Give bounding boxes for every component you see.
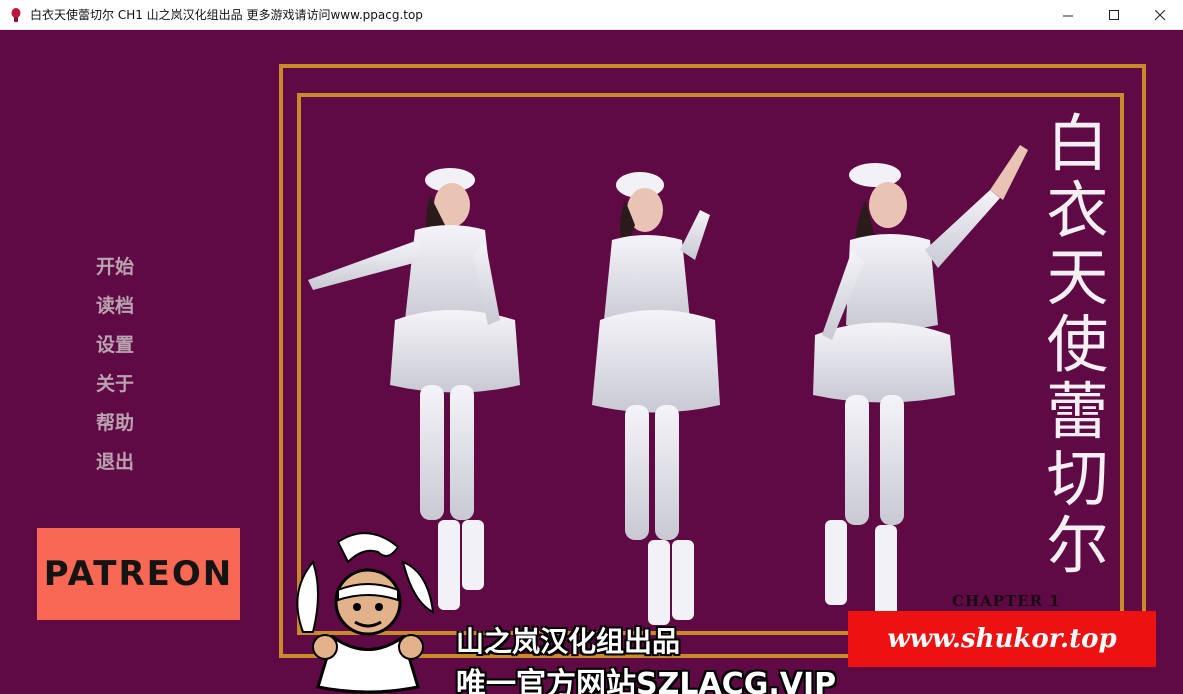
close-button[interactable]: [1137, 0, 1183, 30]
title-char: 白: [1046, 107, 1109, 180]
menu-item-quit[interactable]: 退出: [96, 449, 134, 488]
main-menu: 开始 读档 设置 关于 帮助 退出: [96, 254, 134, 488]
maximize-icon: [1108, 9, 1119, 20]
watermark-banner: www.shukor.top: [848, 611, 1156, 667]
title-char: 尔: [1046, 509, 1109, 582]
menu-item-settings[interactable]: 设置: [96, 332, 134, 371]
menu-item-load[interactable]: 读档: [96, 293, 134, 332]
minimize-icon: [1062, 15, 1073, 16]
credit-line-2: 唯一官方网站SZLACG.VIP: [456, 667, 837, 694]
game-title: 白 衣 天 使 蕾 切 尔: [1040, 110, 1115, 579]
close-icon: [1154, 9, 1165, 20]
title-char: 切: [1046, 442, 1109, 515]
title-char: 使: [1046, 308, 1109, 381]
patreon-button[interactable]: PATREON: [37, 528, 240, 620]
credit-line-1: 山之岚汉化组出品: [456, 625, 681, 658]
title-char: 衣: [1046, 174, 1109, 247]
character-figure-center: [592, 172, 720, 625]
character-figure-right: [813, 145, 1028, 625]
app-icon: [11, 7, 21, 22]
menu-item-about[interactable]: 关于: [96, 371, 134, 410]
title-char: 天: [1046, 241, 1109, 314]
title-char: 蕾: [1046, 375, 1109, 448]
chapter-label: CHAPTER 1: [952, 592, 1061, 610]
game-main-menu: 开始 读档 设置 关于 帮助 退出 PATREON 白 衣 天 使 蕾 切 尔 …: [0, 30, 1183, 694]
title-bar: 白衣天使蕾切尔 CH1 山之岚汉化组出品 更多游戏请访问www.ppacg.to…: [0, 0, 1183, 30]
minimize-button[interactable]: [1045, 0, 1091, 30]
mascot-logo: [296, 532, 435, 694]
maximize-button[interactable]: [1091, 0, 1137, 30]
patreon-label: PATREON: [43, 554, 234, 594]
window-title: 白衣天使蕾切尔 CH1 山之岚汉化组出品 更多游戏请访问www.ppacg.to…: [30, 8, 423, 22]
watermark-site: www.shukor.top: [887, 624, 1117, 654]
menu-item-help[interactable]: 帮助: [96, 410, 134, 449]
menu-item-start[interactable]: 开始: [96, 254, 134, 293]
